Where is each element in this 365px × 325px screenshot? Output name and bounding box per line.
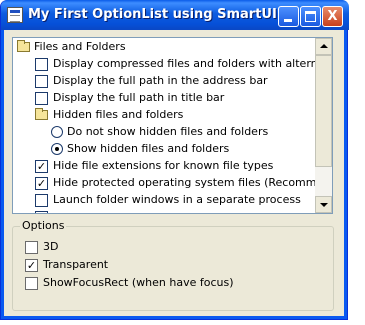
folder-icon (35, 108, 48, 120)
radio-button[interactable] (51, 143, 63, 155)
option-label: Display the full path in title bar (53, 91, 225, 104)
option-list-items: Files and Folders Display compressed fil… (13, 38, 315, 213)
minimize-icon (284, 19, 292, 22)
checkmark-icon: ✓ (36, 177, 47, 190)
option-label: Launch folder windows in a separate proc… (53, 193, 301, 206)
option-label: Hide protected operating system files (R… (53, 176, 315, 189)
checkbox[interactable] (25, 241, 38, 254)
checkbox[interactable]: ✓ (35, 160, 48, 173)
checkbox[interactable] (35, 194, 48, 207)
folder-icon (17, 40, 30, 52)
radio-button[interactable] (51, 126, 63, 138)
checkbox (35, 211, 48, 213)
window-title: My First OptionList using SmartUI (28, 7, 277, 22)
scroll-up-button[interactable] (315, 38, 332, 55)
option-label: ShowFocusRect (when have focus) (43, 276, 234, 289)
checkbox[interactable] (35, 75, 48, 88)
arrow-down-icon (320, 203, 328, 207)
checkbox[interactable] (35, 58, 48, 71)
option-list[interactable]: Files and Folders Display compressed fil… (12, 37, 333, 214)
scroll-thumb[interactable] (315, 55, 332, 167)
app-window: My First OptionList using SmartUI X File… (0, 0, 349, 320)
checkbox[interactable]: ✓ (35, 177, 48, 190)
maximize-button[interactable] (300, 6, 321, 27)
folder-label: Hidden files and folders (53, 108, 184, 121)
close-button[interactable]: X (322, 6, 343, 27)
arrow-up-icon (320, 44, 328, 48)
option-label: Display compressed files and folders wit… (53, 57, 315, 70)
option-label: 3D (43, 240, 59, 253)
maximize-icon (305, 11, 316, 22)
option-label: Hide file extensions for known file type… (53, 159, 274, 172)
title-bar[interactable]: My First OptionList using SmartUI X (1, 0, 349, 30)
folder-label: Files and Folders (34, 40, 126, 53)
checkmark-icon: ✓ (36, 160, 47, 173)
app-icon[interactable] (7, 7, 23, 23)
option-label: Display the full path in the address bar (53, 74, 268, 87)
scroll-down-button[interactable] (315, 196, 332, 213)
radio-selected-dot (55, 147, 59, 151)
checkbox[interactable]: ✓ (25, 259, 38, 272)
minimize-button[interactable] (278, 6, 299, 27)
checkmark-icon: ✓ (26, 259, 37, 272)
checkbox[interactable] (35, 92, 48, 105)
close-icon: X (327, 9, 338, 24)
checkbox[interactable] (25, 277, 38, 290)
option-label: Transparent (43, 258, 109, 271)
option-label: Do not show hidden files and folders (67, 125, 269, 138)
options-groupbox: Options 3D ✓ Transparent ShowFocusRect (… (12, 219, 334, 311)
vertical-scrollbar[interactable] (315, 38, 332, 213)
option-label: Show hidden files and folders (67, 142, 230, 155)
options-legend: Options (20, 219, 67, 232)
